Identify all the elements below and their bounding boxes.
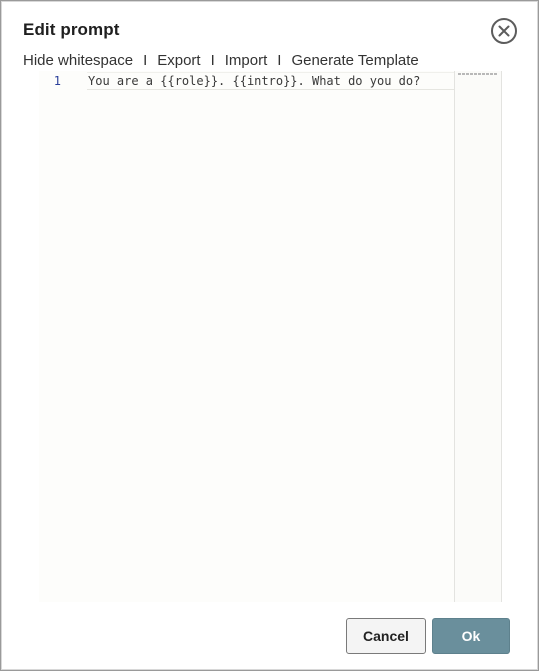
ok-button[interactable]: Ok (432, 618, 510, 654)
editor-toolbar: Hide whitespace I Export I Import I Gene… (23, 52, 419, 69)
toolbar-separator: I (210, 52, 215, 69)
toolbar-separator: I (143, 52, 148, 69)
cancel-button[interactable]: Cancel (346, 618, 426, 654)
editor-minimap[interactable] (454, 71, 502, 602)
close-icon (498, 25, 510, 37)
code-editor[interactable]: 1 You are a {{role}}. {{intro}}. What do… (39, 71, 502, 602)
hide-whitespace-link[interactable]: Hide whitespace (23, 52, 133, 69)
code-line[interactable]: You are a {{role}}. {{intro}}. What do y… (87, 72, 454, 90)
generate-template-link[interactable]: Generate Template (291, 52, 418, 69)
import-link[interactable]: Import (225, 52, 268, 69)
toolbar-separator: I (277, 52, 282, 69)
code-area[interactable]: You are a {{role}}. {{intro}}. What do y… (87, 71, 454, 602)
close-button[interactable] (491, 18, 517, 44)
edit-prompt-dialog: Edit prompt Hide whitespace I Export I I… (0, 0, 539, 671)
export-link[interactable]: Export (157, 52, 200, 69)
minimap-line (458, 73, 498, 75)
line-number: 1 (53, 74, 61, 88)
dialog-title: Edit prompt (23, 20, 120, 39)
line-number-gutter: 1 (39, 71, 85, 602)
